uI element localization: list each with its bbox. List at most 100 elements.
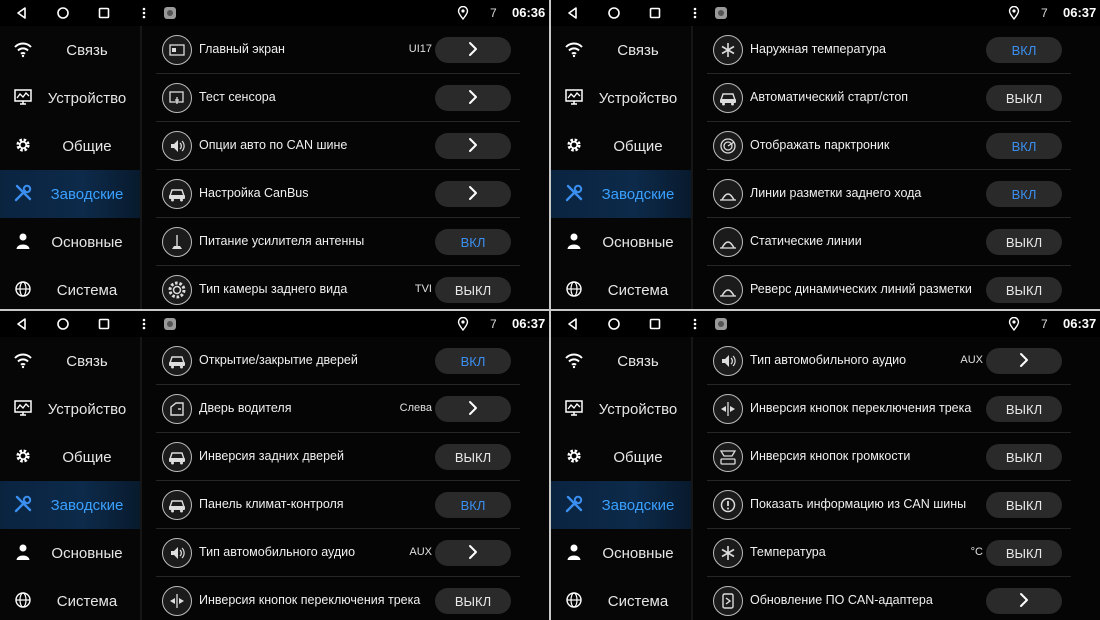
more-icon[interactable]	[687, 316, 703, 332]
app-icon[interactable]	[713, 316, 729, 332]
app-icon[interactable]	[162, 5, 178, 21]
settings-screen-3: 7 06:37 Связь Устройство Общие Заводские Основ…	[0, 311, 549, 620]
open-submenu-button[interactable]	[986, 588, 1062, 614]
settings-row[interactable]: Тип автомобильного аудио AUX	[156, 529, 520, 577]
sidebar-item-1[interactable]: Связь	[0, 337, 140, 385]
sidebar-item-3[interactable]: Общие	[0, 122, 140, 170]
settings-row[interactable]: Обновление ПО CAN-адаптера	[707, 577, 1071, 620]
recent-apps-icon[interactable]	[96, 5, 112, 21]
sidebar-item-3[interactable]: Общие	[551, 433, 691, 481]
settings-row[interactable]: Автоматический старт/стоп ВЫКЛ	[707, 74, 1071, 122]
toggle-switch[interactable]: ВЫКЛ	[986, 492, 1062, 518]
home-icon[interactable]	[606, 5, 622, 21]
toggle-switch[interactable]: ВЫКЛ	[986, 444, 1062, 470]
toggle-switch[interactable]: ВЫКЛ	[986, 229, 1062, 255]
settings-row[interactable]: Питание усилителя антенны ВКЛ	[156, 218, 520, 266]
sidebar-item-6[interactable]: Система	[0, 577, 140, 620]
settings-row[interactable]: Опции авто по CAN шине	[156, 122, 520, 170]
sidebar-item-2[interactable]: Устройство	[551, 385, 691, 433]
recent-apps-icon[interactable]	[96, 316, 112, 332]
settings-row[interactable]: Инверсия кнопок переключения трека ВЫКЛ	[707, 385, 1071, 433]
sidebar-item-5[interactable]: Основные	[0, 218, 140, 266]
settings-row[interactable]: Тест сенсора	[156, 74, 520, 122]
settings-row[interactable]: Линии разметки заднего хода ВКЛ	[707, 170, 1071, 218]
recent-apps-icon[interactable]	[647, 5, 663, 21]
home-icon[interactable]	[606, 316, 622, 332]
globe-icon	[564, 279, 584, 299]
settings-row[interactable]: Настройка CanBus	[156, 170, 520, 218]
sidebar-item-3[interactable]: Общие	[551, 122, 691, 170]
sidebar-item-2[interactable]: Устройство	[551, 74, 691, 122]
sidebar-item-1[interactable]: Связь	[551, 337, 691, 385]
settings-row[interactable]: Наружная температура ВКЛ	[707, 26, 1071, 74]
settings-row[interactable]: Главный экран UI17	[156, 26, 520, 74]
sidebar-item-2[interactable]: Устройство	[0, 385, 140, 433]
open-submenu-button[interactable]	[435, 133, 511, 159]
sidebar-item-6[interactable]: Система	[551, 577, 691, 620]
sidebar-item-1[interactable]: Связь	[551, 26, 691, 74]
settings-row[interactable]: Открытие/закрытие дверей ВКЛ	[156, 337, 520, 385]
snowflake-icon	[713, 538, 743, 568]
settings-row[interactable]: Температура °C ВЫКЛ	[707, 529, 1071, 577]
open-submenu-button[interactable]	[435, 37, 511, 63]
back-icon[interactable]	[565, 5, 581, 21]
sidebar-item-2[interactable]: Устройство	[0, 74, 140, 122]
recent-apps-icon[interactable]	[647, 316, 663, 332]
sidebar-item-5[interactable]: Основные	[551, 218, 691, 266]
tools-icon	[564, 183, 584, 203]
status-bar: 7 06:37	[551, 311, 1100, 337]
sidebar-item-4[interactable]: Заводские	[551, 170, 691, 218]
toggle-switch[interactable]: ВКЛ	[435, 229, 511, 255]
settings-row[interactable]: Статические линии ВЫКЛ	[707, 218, 1071, 266]
open-submenu-button[interactable]	[435, 540, 511, 566]
back-icon[interactable]	[14, 316, 30, 332]
back-icon[interactable]	[14, 5, 30, 21]
toggle-switch[interactable]: ВЫКЛ	[435, 277, 511, 303]
sidebar-item-5[interactable]: Основные	[0, 529, 140, 577]
settings-row[interactable]: Инверсия кнопок громкости ВЫКЛ	[707, 433, 1071, 481]
status-bar: 7 06:37	[0, 311, 549, 337]
sidebar-item-4[interactable]: Заводские	[0, 170, 140, 218]
toggle-switch[interactable]: ВКЛ	[986, 181, 1062, 207]
sidebar-item-6[interactable]: Система	[0, 266, 140, 309]
more-icon[interactable]	[136, 316, 152, 332]
toggle-switch[interactable]: ВКЛ	[435, 348, 511, 374]
toggle-switch[interactable]: ВКЛ	[435, 492, 511, 518]
sidebar-item-1[interactable]: Связь	[0, 26, 140, 74]
app-icon[interactable]	[162, 316, 178, 332]
open-submenu-button[interactable]	[435, 396, 511, 422]
toggle-switch[interactable]: ВЫКЛ	[435, 588, 511, 614]
home-icon[interactable]	[55, 5, 71, 21]
toggle-switch[interactable]: ВЫКЛ	[986, 396, 1062, 422]
sidebar-item-3[interactable]: Общие	[0, 433, 140, 481]
more-icon[interactable]	[136, 5, 152, 21]
settings-row[interactable]: Отображать парктроник ВКЛ	[707, 122, 1071, 170]
toggle-switch[interactable]: ВЫКЛ	[986, 277, 1062, 303]
settings-row[interactable]: Панель климат-контроля ВКЛ	[156, 481, 520, 529]
open-submenu-button[interactable]	[986, 348, 1062, 374]
settings-row[interactable]: Тип автомобильного аудио AUX	[707, 337, 1071, 385]
settings-row[interactable]: Тип камеры заднего вида TVI ВЫКЛ	[156, 266, 520, 309]
open-submenu-button[interactable]	[435, 181, 511, 207]
toggle-switch[interactable]: ВЫКЛ	[435, 444, 511, 470]
settings-row[interactable]: Инверсия задних дверей ВЫКЛ	[156, 433, 520, 481]
settings-row[interactable]: Дверь водителя Слева	[156, 385, 520, 433]
more-icon[interactable]	[687, 5, 703, 21]
toggle-switch[interactable]: ВЫКЛ	[986, 540, 1062, 566]
sidebar-item-5[interactable]: Основные	[551, 529, 691, 577]
settings-row[interactable]: Инверсия кнопок переключения трека ВЫКЛ	[156, 577, 520, 620]
settings-row[interactable]: Показать информацию из CAN шины ВЫКЛ	[707, 481, 1071, 529]
app-icon[interactable]	[713, 5, 729, 21]
open-submenu-button[interactable]	[435, 85, 511, 111]
home-icon[interactable]	[55, 316, 71, 332]
sidebar-item-label: Заводские	[50, 496, 124, 514]
settings-row[interactable]: Реверс динамических линий разметки ВЫКЛ	[707, 266, 1071, 309]
sidebar-item-label: Связь	[617, 41, 659, 59]
sidebar-item-4[interactable]: Заводские	[0, 481, 140, 529]
sidebar-item-4[interactable]: Заводские	[551, 481, 691, 529]
toggle-switch[interactable]: ВКЛ	[986, 133, 1062, 159]
toggle-switch[interactable]: ВКЛ	[986, 37, 1062, 63]
sidebar-item-6[interactable]: Система	[551, 266, 691, 309]
back-icon[interactable]	[565, 316, 581, 332]
toggle-switch[interactable]: ВЫКЛ	[986, 85, 1062, 111]
